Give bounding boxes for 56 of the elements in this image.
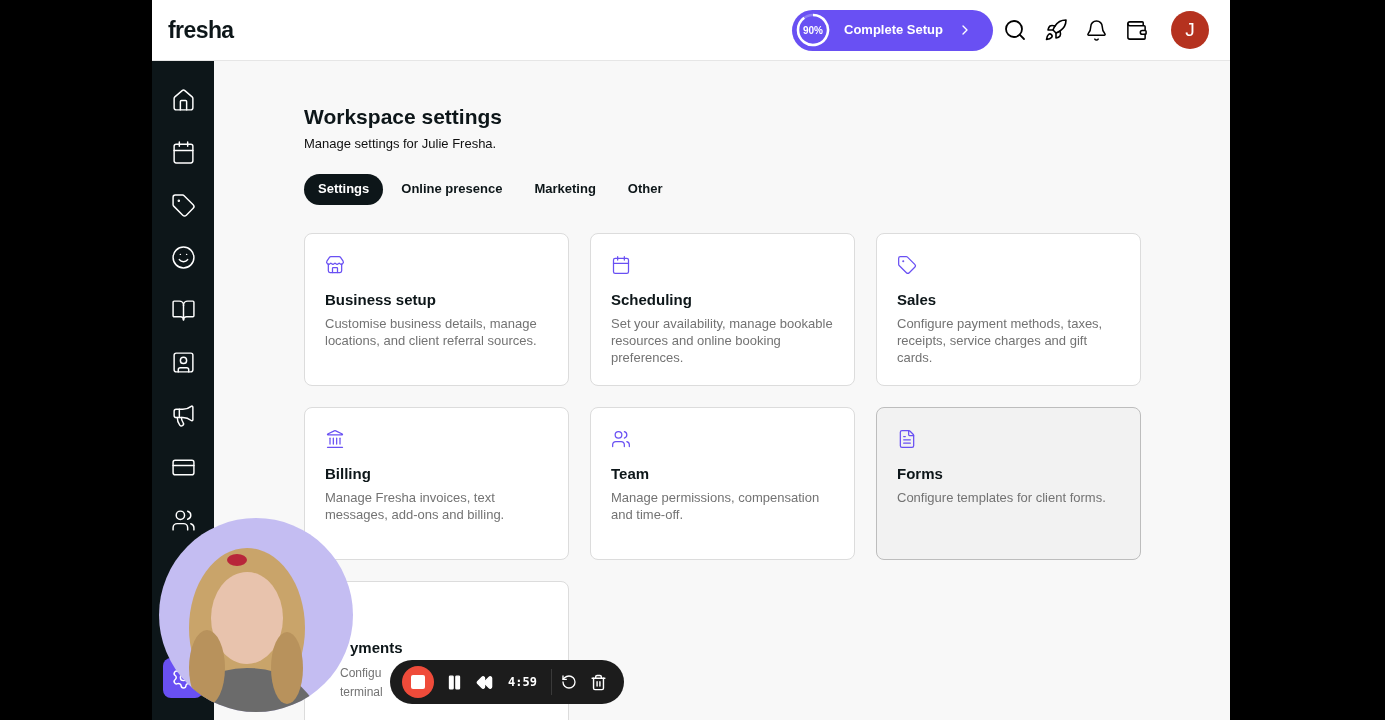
tab[interactable]: Settings: [304, 173, 384, 205]
card-title: yments: [350, 637, 403, 658]
recording-time: 4:59: [508, 674, 537, 691]
card-title: Team: [611, 463, 651, 484]
complete-setup-button[interactable]: 90% Complete Setup: [792, 9, 993, 51]
smiley-icon: [170, 245, 196, 271]
settings-card[interactable]: Scheduling Set your availability, manage bookable resources and online booking preferences.: [590, 232, 855, 386]
book-icon: [170, 297, 196, 323]
settings-card[interactable]: Business setup Customise business details, manage locations, and client referral sources.: [304, 232, 569, 386]
card-title: Billing: [325, 463, 372, 484]
card-title: Sales: [897, 289, 938, 310]
card-description: Customise business details, manage locations, and client referral sources.: [325, 315, 538, 349]
settings-card[interactable]: Billing Manage Fresha invoices, text messages, add-ons and billing.: [304, 406, 569, 560]
stop-icon: [411, 675, 425, 689]
bell-icon[interactable]: [1085, 18, 1108, 42]
card-description: Manage permissions, compensation and time-off.: [611, 489, 821, 523]
calendar-icon: [170, 140, 196, 166]
team-icon: [611, 428, 631, 449]
team-icon: [170, 507, 196, 533]
page-title: Workspace settings: [304, 104, 503, 130]
megaphone-icon: [170, 402, 196, 428]
user-avatar[interactable]: J: [1171, 11, 1209, 49]
tag-icon: [170, 192, 196, 218]
card-description: Manage Fresha invoices, text messages, add-ons and billing.: [325, 489, 506, 523]
progress-percent: 90%: [803, 23, 823, 38]
stop-button[interactable]: [402, 666, 434, 698]
settings-card[interactable]: Sales Configure payment methods, taxes, receipts, service charges and gift cards.: [876, 232, 1141, 386]
wallet-icon[interactable]: [1125, 18, 1148, 42]
bank-icon: [325, 428, 345, 449]
card-title: Forms: [897, 463, 944, 484]
tab[interactable]: Marketing: [520, 173, 610, 205]
logo[interactable]: fresha: [168, 12, 234, 48]
card-description: Configure templates for client forms.: [897, 489, 1107, 506]
calendar-icon: [611, 254, 631, 275]
tab[interactable]: Other: [613, 173, 677, 205]
card-description: Set your availability, manage bookable resources and online booking preferences.: [611, 315, 834, 366]
page-subtitle: Manage settings for Julie Fresha.: [304, 135, 498, 153]
trash-icon[interactable]: [589, 673, 607, 691]
store-icon: [325, 254, 345, 275]
settings-card[interactable]: Forms Configure templates for client forms.: [876, 406, 1141, 560]
settings-card[interactable]: Team Manage permissions, compensation and time-off.: [590, 406, 855, 560]
search-icon[interactable]: [1003, 18, 1027, 42]
tab[interactable]: Online presence: [387, 173, 517, 205]
rewind-icon[interactable]: [476, 673, 493, 691]
card-description: Configure payment methods, taxes, receipts, service charges and gift cards.: [897, 315, 1104, 366]
card-title: Business setup: [325, 289, 437, 310]
rocket-icon[interactable]: [1044, 18, 1068, 42]
card-description: Configu: [340, 665, 382, 681]
card-title: Scheduling: [611, 289, 693, 310]
document-icon: [897, 428, 917, 449]
contact-card-icon: [170, 350, 196, 376]
tag-icon: [897, 254, 917, 275]
home-icon: [170, 87, 196, 113]
card-description: terminal: [340, 684, 383, 700]
restart-icon[interactable]: [560, 674, 577, 690]
pause-icon[interactable]: [446, 673, 463, 691]
